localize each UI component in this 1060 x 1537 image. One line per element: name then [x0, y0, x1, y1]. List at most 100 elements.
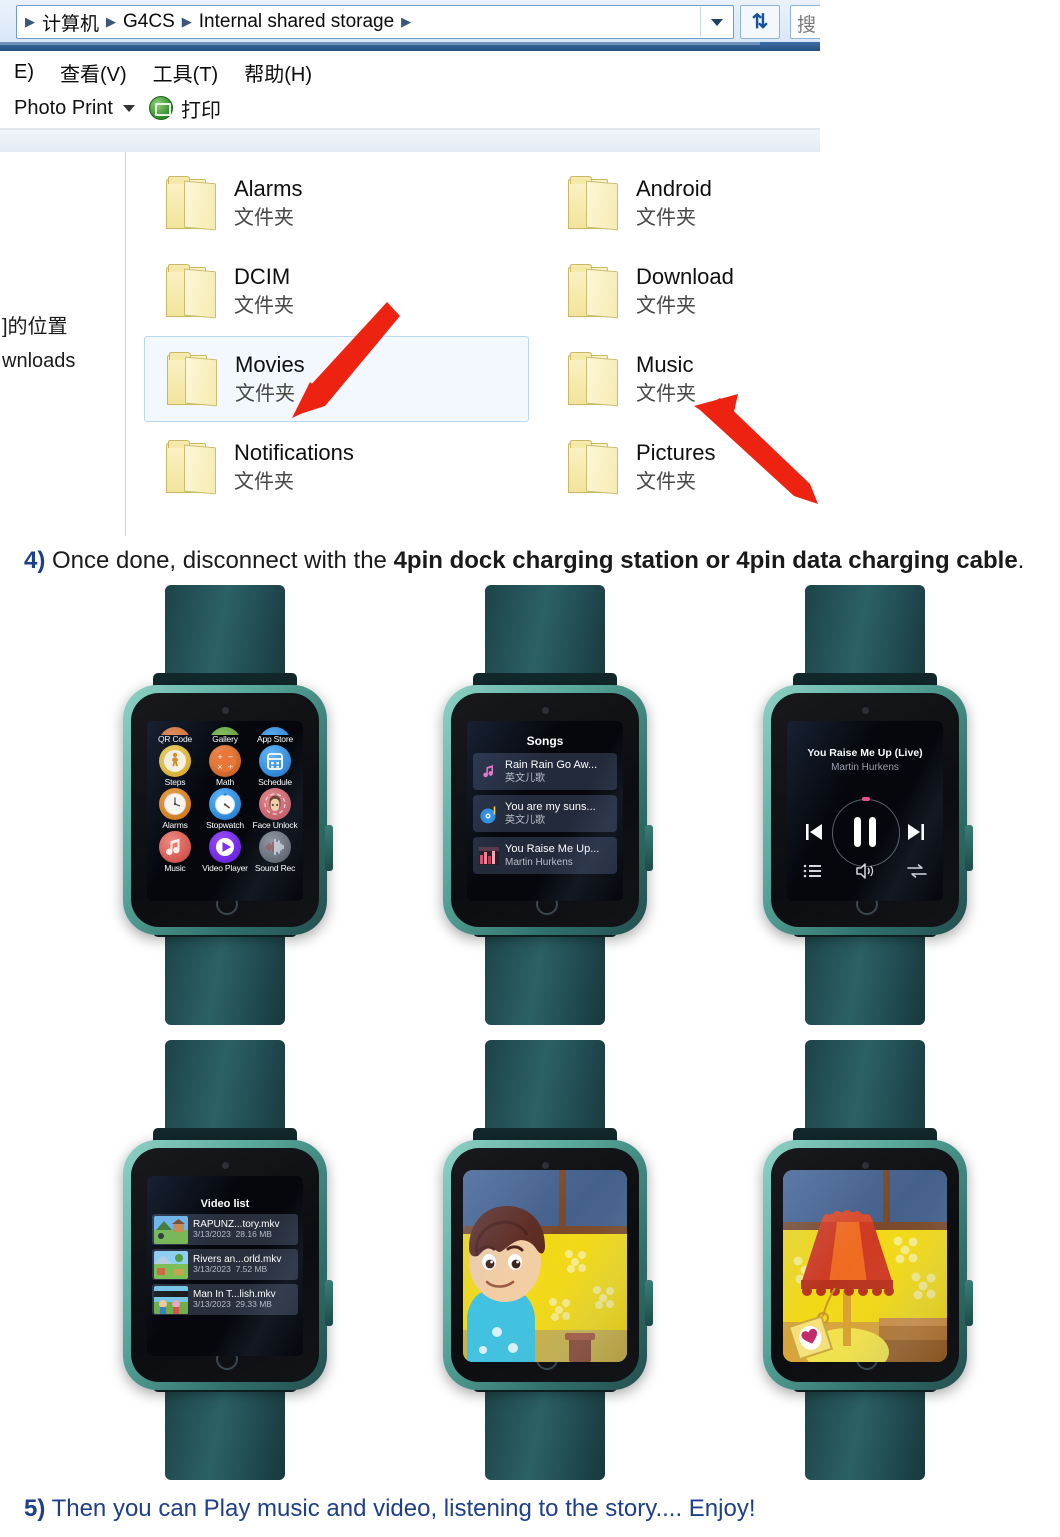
- video-list-item[interactable]: Man In T...lish.mkv 3/13/2023 29.33 MB: [152, 1284, 298, 1315]
- print-icon[interactable]: [148, 96, 173, 120]
- file-item-notifications[interactable]: Notifications 文件夹: [144, 424, 529, 510]
- app-grid-row-3: Music Video Player Sound Rec: [151, 830, 299, 873]
- app-label: Face Unlock: [252, 819, 298, 830]
- app-label: Sound Rec: [254, 862, 296, 873]
- next-track-icon[interactable]: [905, 821, 927, 843]
- previous-track-icon[interactable]: [803, 821, 825, 843]
- song-artist: Martin Hurkens: [505, 856, 573, 868]
- step5-text: Then you can Play music and video, liste…: [45, 1495, 756, 1522]
- app-qr-code[interactable]: QR Code: [151, 727, 199, 744]
- waveform-icon: [259, 830, 291, 863]
- app-alarms[interactable]: Alarms: [151, 787, 199, 830]
- watch-side-button[interactable]: [965, 825, 973, 871]
- explorer-content: ]的位置 wnloads Alarms 文件夹 Android 文件夹 DCIM…: [0, 152, 820, 536]
- file-type: 文件夹: [235, 383, 295, 406]
- nav-pane-line-1[interactable]: wnloads: [2, 350, 75, 373]
- pause-icon[interactable]: [854, 817, 876, 847]
- song-list-item[interactable]: You Raise Me Up... Martin Hurkens: [473, 837, 617, 874]
- app-steps[interactable]: Steps: [151, 744, 199, 787]
- app-video-player[interactable]: Video Player: [201, 830, 249, 873]
- app-schedule[interactable]: Schedule: [251, 744, 299, 787]
- menu-item-view[interactable]: 查看(V): [60, 58, 127, 87]
- menu-item-tools[interactable]: 工具(T): [153, 58, 219, 87]
- cartoon-frame-boy: [463, 1170, 627, 1362]
- refresh-icon: ⇅: [751, 11, 769, 33]
- app-music[interactable]: Music: [151, 830, 199, 873]
- step-number: 4): [24, 547, 46, 574]
- folder-icon: [564, 263, 626, 319]
- video-meta: 3/13/2023 29.33 MB: [193, 1299, 272, 1310]
- app-sound-recorder[interactable]: Sound Rec: [251, 830, 299, 873]
- folder-icon: [564, 175, 626, 231]
- step-number: 5): [24, 1495, 46, 1522]
- video-list-item[interactable]: Rivers an...orld.mkv 3/13/2023 7.52 MB: [152, 1249, 298, 1280]
- breadcrumb-item-0[interactable]: 计算机: [39, 9, 102, 36]
- watch-side-button[interactable]: [965, 1280, 973, 1326]
- app-stopwatch[interactable]: Stopwatch: [201, 787, 249, 830]
- chevron-down-icon[interactable]: [122, 104, 135, 112]
- shuffle-repeat-icon[interactable]: [907, 863, 927, 879]
- address-input[interactable]: ▶ 计算机 ▶ G4CS ▶ Internal shared storage ▶: [16, 5, 734, 39]
- windows-explorer-window: ▶ 计算机 ▶ G4CS ▶ Internal shared storage ▶…: [0, 0, 820, 536]
- watch-bezel: QR Code Gallery App Store Steps + − × ÷ …: [131, 693, 319, 927]
- app-label: QR Code: [157, 734, 193, 744]
- watch-screen-video-boy[interactable]: [463, 1170, 627, 1362]
- search-input[interactable]: 搜: [790, 5, 820, 39]
- watch-screen-app-grid[interactable]: QR Code Gallery App Store Steps + − × ÷ …: [147, 721, 303, 901]
- app-gallery[interactable]: Gallery: [201, 727, 249, 744]
- menu-item-0[interactable]: E): [14, 61, 34, 84]
- app-label: Alarms: [162, 819, 188, 830]
- nav-pane-line-0[interactable]: ]的位置: [2, 310, 68, 339]
- chevron-down-icon[interactable]: [700, 7, 733, 37]
- app-math[interactable]: + − × ÷ Math: [201, 744, 249, 787]
- navigation-pane: ]的位置 wnloads: [0, 152, 125, 536]
- breadcrumb[interactable]: ▶ 计算机 ▶ G4CS ▶ Internal shared storage ▶: [17, 9, 700, 36]
- file-item-dcim[interactable]: DCIM 文件夹: [144, 248, 529, 334]
- file-item-music[interactable]: Music 文件夹: [546, 336, 820, 422]
- volume-icon[interactable]: [855, 863, 875, 879]
- watch-case: You Raise Me Up (Live) Martin Hurkens: [763, 685, 973, 935]
- refresh-button[interactable]: ⇅: [740, 5, 780, 39]
- watch-screen-video-lamp[interactable]: [783, 1170, 947, 1362]
- watch-screen-player[interactable]: You Raise Me Up (Live) Martin Hurkens: [787, 721, 943, 901]
- app-app-store[interactable]: App Store: [251, 727, 299, 744]
- breadcrumb-item-2[interactable]: Internal shared storage: [196, 11, 397, 33]
- song-list-item[interactable]: You are my suns... 英文儿歌: [473, 795, 617, 832]
- print-button-label[interactable]: 打印: [181, 94, 221, 123]
- file-item-movies[interactable]: Movies 文件夹: [144, 336, 529, 422]
- watch-side-button[interactable]: [325, 1280, 333, 1326]
- menu-item-help[interactable]: 帮助(H): [244, 58, 312, 87]
- app-grid-row-1: Steps + − × ÷ Math Schedule: [151, 744, 299, 787]
- song-artist: 英文儿歌: [505, 772, 545, 784]
- cartoon-frame-lamp: [783, 1170, 947, 1362]
- file-item-download[interactable]: Download 文件夹: [546, 248, 820, 334]
- file-type: 文件夹: [636, 295, 696, 318]
- watch-side-button[interactable]: [325, 825, 333, 871]
- watch-bezel: [771, 1148, 959, 1382]
- watch-side-button[interactable]: [645, 825, 653, 871]
- app-label: Schedule: [258, 776, 292, 787]
- watch-screen-video-list[interactable]: Video list RAPUNZ...tory.mkv 3/13/2023 2…: [147, 1176, 303, 1356]
- playlist-icon[interactable]: [803, 863, 823, 879]
- camera-icon: [861, 1162, 869, 1169]
- file-name: Music: [636, 351, 694, 377]
- photo-print-button[interactable]: Photo Print: [14, 97, 113, 120]
- app-label: App Store: [256, 734, 293, 744]
- song-artist: 英文儿歌: [505, 814, 545, 826]
- watch-bezel: Video list RAPUNZ...tory.mkv 3/13/2023 2…: [131, 1148, 319, 1382]
- watch-case: Video list RAPUNZ...tory.mkv 3/13/2023 2…: [123, 1140, 333, 1390]
- file-item-pictures[interactable]: Pictures 文件夹: [546, 424, 820, 510]
- video-list-item[interactable]: RAPUNZ...tory.mkv 3/13/2023 28.16 MB: [152, 1214, 298, 1245]
- file-item-alarms[interactable]: Alarms 文件夹: [144, 160, 529, 246]
- folder-icon: [163, 351, 225, 407]
- app-face-unlock[interactable]: Face Unlock: [251, 787, 299, 830]
- song-list-item[interactable]: Rain Rain Go Aw... 英文儿歌: [473, 753, 617, 790]
- watch-screen-songs[interactable]: Songs Rain Rain Go Aw... 英文儿歌 You are my…: [467, 721, 623, 901]
- music-note-icon: [478, 761, 500, 783]
- breadcrumb-item-1[interactable]: G4CS: [120, 11, 178, 33]
- watch-side-button[interactable]: [645, 1280, 653, 1326]
- caption-step-5: 5) Then you can Play music and video, li…: [24, 1495, 756, 1523]
- breadcrumb-sep-icon: ▶: [25, 14, 35, 29]
- file-item-android[interactable]: Android 文件夹: [546, 160, 820, 246]
- song-title: You Raise Me Up...: [505, 842, 600, 855]
